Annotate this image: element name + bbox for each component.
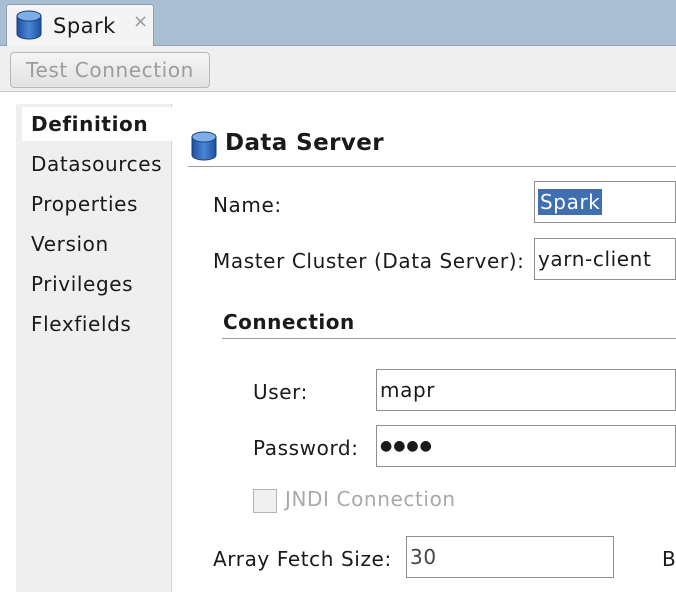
database-icon	[191, 131, 217, 161]
nav-item-privileges[interactable]: Privileges	[31, 267, 133, 301]
editor-tab-strip: Spark ×	[0, 0, 676, 47]
nav-item-datasources[interactable]: Datasources	[31, 147, 162, 181]
database-icon	[16, 10, 42, 40]
close-icon[interactable]: ×	[133, 11, 148, 32]
tab-spark[interactable]: Spark ×	[6, 4, 154, 47]
truncated-label: B	[662, 547, 676, 571]
array-fetch-field[interactable]: 30	[406, 536, 614, 578]
toolbar: Test Connection	[0, 46, 676, 92]
name-field[interactable]: Spark	[534, 181, 676, 223]
section-divider	[188, 166, 676, 167]
master-cluster-label: Master Cluster (Data Server):	[213, 249, 525, 273]
jndi-label: JNDI Connection	[285, 487, 456, 511]
test-connection-button[interactable]: Test Connection	[10, 52, 210, 88]
connection-heading: Connection	[223, 310, 355, 334]
name-value: Spark	[538, 189, 603, 215]
array-fetch-label: Array Fetch Size:	[213, 547, 392, 571]
nav-item-version[interactable]: Version	[31, 227, 109, 261]
nav-item-flexfields[interactable]: Flexfields	[31, 307, 131, 341]
nav-item-definition[interactable]: Definition	[22, 107, 188, 141]
user-field[interactable]: mapr	[376, 369, 676, 411]
connection-divider	[222, 338, 676, 339]
jndi-checkbox[interactable]	[253, 489, 277, 513]
tab-title: Spark	[53, 14, 116, 38]
name-label: Name:	[213, 193, 282, 217]
master-cluster-field[interactable]: yarn-client	[534, 238, 676, 280]
password-field[interactable]: ●●●●	[376, 425, 676, 467]
user-label: User:	[253, 380, 308, 404]
definition-nav: Definition Datasources Properties Versio…	[16, 104, 188, 592]
password-label: Password:	[253, 436, 359, 460]
section-title: Data Server	[225, 130, 384, 156]
nav-item-properties[interactable]: Properties	[31, 187, 138, 221]
definition-panel	[173, 92, 676, 592]
